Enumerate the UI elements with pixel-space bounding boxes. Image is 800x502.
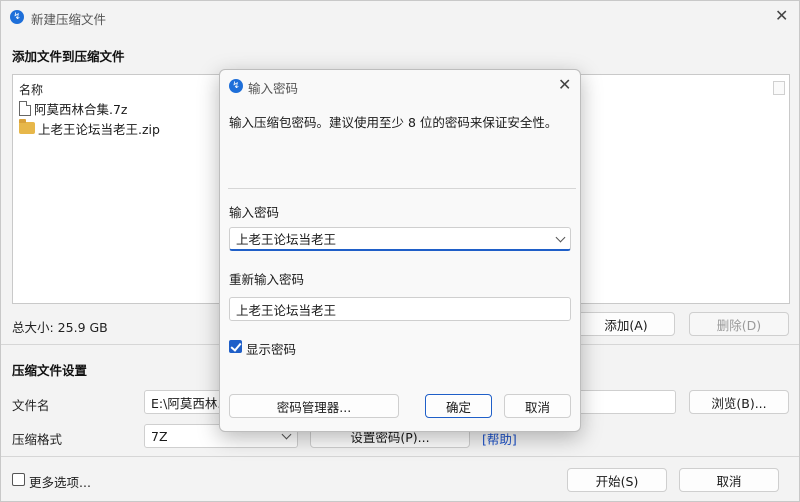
divider <box>228 188 576 189</box>
list-item[interactable]: 阿莫西林合集.7z <box>19 98 128 118</box>
total-size-text: 总大小: 25.9 GB <box>12 320 108 335</box>
dialog-description: 输入压缩包密码。建议使用至少 8 位的密码来保证安全性。 <box>229 115 558 130</box>
scrollbar[interactable] <box>773 81 785 95</box>
close-icon[interactable]: ✕ <box>558 77 571 93</box>
browse-button[interactable]: 浏览(B)... <box>689 390 789 414</box>
settings-heading: 压缩文件设置 <box>12 363 88 378</box>
start-button[interactable]: 开始(S) <box>567 468 667 492</box>
folder-icon <box>19 119 35 134</box>
add-button[interactable]: 添加(A) <box>577 312 675 336</box>
divider <box>1 456 799 457</box>
format-value: 7Z <box>151 428 168 444</box>
list-item[interactable]: 上老王论坛当老王.zip <box>19 118 160 138</box>
remove-button[interactable]: 删除(D) <box>689 312 789 336</box>
reenter-password-input[interactable]: 上老王论坛当老王 <box>229 297 571 321</box>
more-options-label[interactable]: 更多选项... <box>29 472 91 491</box>
cancel-button[interactable]: 取消 <box>679 468 779 492</box>
app-logo-icon: ↯ <box>10 10 24 24</box>
app-logo-icon: ↯ <box>229 79 243 93</box>
show-password-label[interactable]: 显示密码 <box>246 339 296 358</box>
password-input[interactable]: 上老王论坛当老王 <box>229 227 571 251</box>
format-label: 压缩格式 <box>12 432 63 447</box>
filename-label: 文件名 <box>12 398 50 413</box>
close-icon[interactable]: ✕ <box>775 8 788 24</box>
file-name: 阿莫西林合集.7z <box>34 101 128 117</box>
window-title: 新建压缩文件 <box>31 12 107 27</box>
column-header-name[interactable]: 名称 <box>19 81 43 98</box>
dialog-title: 输入密码 <box>248 81 299 96</box>
ok-button[interactable]: 确定 <box>425 394 492 418</box>
password-manager-button[interactable]: 密码管理器... <box>229 394 399 418</box>
password-label: 输入密码 <box>229 205 280 220</box>
password-value: 上老王论坛当老王 <box>236 232 337 247</box>
dialog-cancel-button[interactable]: 取消 <box>504 394 571 418</box>
document-icon <box>19 100 31 116</box>
password-dialog: ↯ 输入密码 ✕ 输入压缩包密码。建议使用至少 8 位的密码来保证安全性。 输入… <box>219 69 581 432</box>
show-password-checkbox[interactable] <box>229 340 242 353</box>
title-bar: ↯ 新建压缩文件 ✕ <box>1 1 799 33</box>
chevron-down-icon[interactable] <box>555 232 566 243</box>
reenter-label: 重新输入密码 <box>229 272 305 287</box>
more-options-checkbox[interactable] <box>12 473 25 486</box>
add-files-heading: 添加文件到压缩文件 <box>12 49 125 64</box>
file-name: 上老王论坛当老王.zip <box>38 121 160 137</box>
